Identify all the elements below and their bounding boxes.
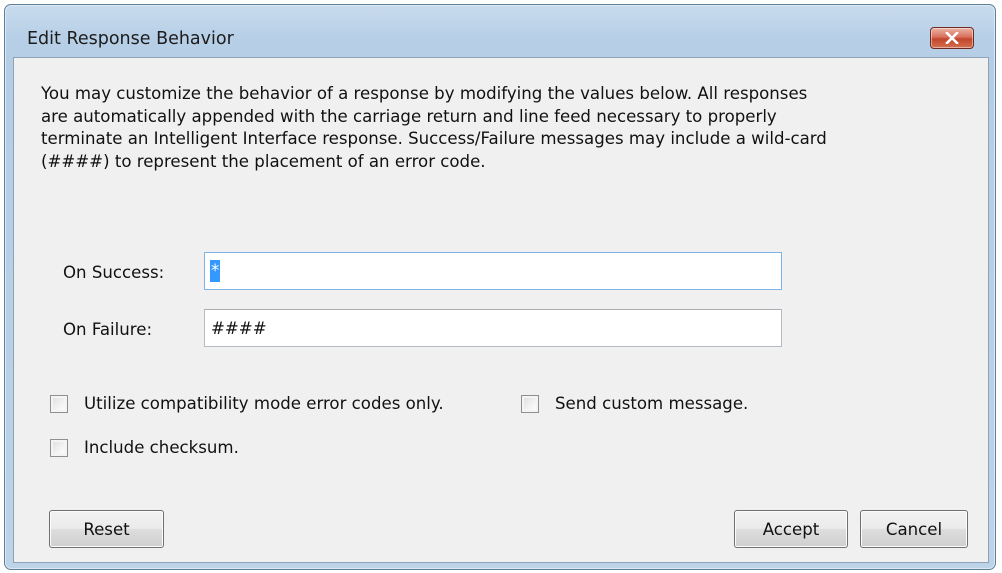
compatibility-mode-checkbox[interactable] — [50, 395, 68, 413]
on-failure-label: On Failure: — [63, 320, 153, 339]
custom-message-checkbox[interactable] — [521, 395, 539, 413]
custom-message-option[interactable]: Send custom message. — [521, 394, 748, 414]
dialog-window: Edit Response Behavior You may customize… — [4, 4, 996, 570]
include-checksum-label: Include checksum. — [84, 438, 239, 457]
on-success-label: On Success: — [63, 263, 165, 282]
description-text: You may customize the behavior of a resp… — [41, 84, 827, 171]
custom-message-label: Send custom message. — [555, 394, 749, 413]
accept-button[interactable]: Accept — [734, 510, 848, 548]
close-button[interactable] — [930, 27, 974, 49]
reset-button[interactable]: Reset — [49, 510, 164, 548]
compatibility-mode-label: Utilize compatibility mode error codes o… — [84, 394, 444, 413]
title-bar[interactable]: Edit Response Behavior — [5, 5, 995, 49]
close-icon — [945, 32, 959, 44]
on-success-input[interactable]: * — [204, 252, 782, 290]
include-checksum-option[interactable]: Include checksum. — [50, 438, 239, 458]
dialog-content: You may customize the behavior of a resp… — [13, 57, 989, 563]
cancel-button[interactable]: Cancel — [860, 510, 968, 548]
window-title: Edit Response Behavior — [27, 29, 234, 49]
on-success-value: * — [210, 260, 221, 282]
compatibility-mode-option[interactable]: Utilize compatibility mode error codes o… — [50, 394, 444, 414]
include-checksum-checkbox[interactable] — [50, 439, 68, 457]
on-failure-input[interactable] — [204, 309, 782, 347]
